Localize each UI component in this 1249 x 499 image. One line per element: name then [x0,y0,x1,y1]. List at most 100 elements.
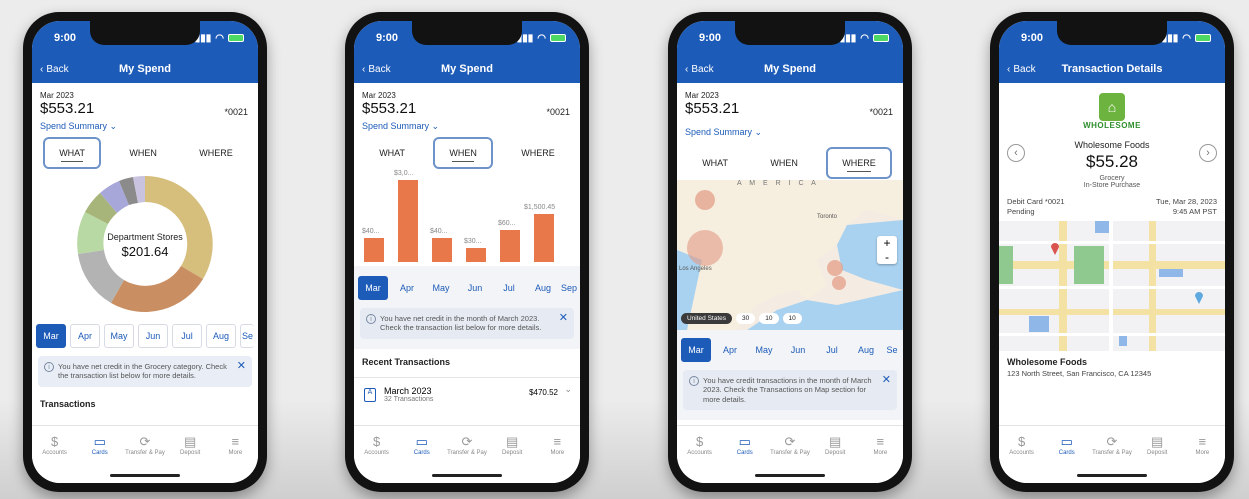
month-button[interactable]: Jul [817,338,847,362]
nav-label: Cards [1058,450,1075,456]
chevron-right-icon[interactable]: › [1199,144,1217,162]
chip-country[interactable]: 10 [759,313,779,324]
battery-icon [873,34,889,42]
close-icon[interactable]: ✕ [237,360,246,374]
bar[interactable] [398,180,418,262]
bottom-nav: $ Accounts ▭ Cards ⟳ Transfer & Pay ▤ Deposi… [999,425,1225,483]
chevron-down-icon: ⌄ [564,383,572,394]
tab-when[interactable]: WHEN [115,139,171,167]
bar[interactable] [432,238,452,262]
section-title: Transactions [40,398,96,409]
month-button[interactable]: Jun [783,338,813,362]
month-button[interactable]: Mar [358,276,388,300]
nav-more[interactable]: ≡ More [1182,434,1222,483]
spend-summary-dropdown[interactable]: Spend Summary ⌄ [677,117,903,142]
transaction-amount: $55.28 [1086,152,1138,171]
bar[interactable] [500,230,520,262]
back-button[interactable]: ‹ Back [40,64,69,75]
map-pin[interactable] [1051,243,1059,255]
month-button[interactable]: Aug [206,324,236,348]
bar[interactable] [466,248,486,262]
nav-accounts[interactable]: $ Accounts [680,434,720,483]
map-bubble[interactable] [687,230,723,266]
tab-what[interactable]: WHAT [43,137,102,169]
nav-accounts[interactable]: $ Accounts [357,434,397,483]
spend-summary-dropdown[interactable]: Spend Summary ⌄ [354,117,580,136]
account-amount: $553.21 [362,100,417,117]
bar-chart-svg [364,180,554,262]
card-icon: ▭ [415,434,428,449]
map[interactable]: A M E R I C A Toronto Los Angeles + - Un… [677,180,903,330]
tab-what[interactable]: WHAT [365,139,419,167]
status-icons: ▮▮▮ ◠ [195,33,244,44]
close-icon[interactable]: ✕ [882,374,891,388]
nav-label: Cards [91,450,108,456]
chip-country[interactable]: 10 [782,313,802,324]
month-button[interactable]: May [426,276,456,300]
back-button[interactable]: ‹ Back [362,64,391,75]
month-strip: Mar Apr May Jun Jul Aug Se i You have cr… [677,330,903,421]
zoom-out-button[interactable]: - [877,250,897,264]
tab-when[interactable]: WHEN [433,137,493,169]
tabs: WHAT WHEN WHERE [354,136,580,170]
month-button[interactable]: Jun [138,324,168,348]
dollar-icon: $ [695,434,704,449]
country-chips: United States 30 10 10 [681,313,802,324]
transaction-category: Grocery [1099,175,1125,182]
nav-more[interactable]: ≡ More [537,434,577,483]
spend-summary-dropdown[interactable]: Spend Summary ⌄ [32,117,258,136]
month-button[interactable]: Apr [392,276,422,300]
tabs: WHAT WHEN WHERE [677,146,903,180]
back-button[interactable]: ‹ Back [1007,64,1036,75]
chevron-down-icon: ⌄ [754,127,763,137]
month-button[interactable]: Se [885,338,899,362]
chevron-left-icon: ‹ [362,63,366,75]
bar-label: $60... [498,220,516,227]
tab-where[interactable]: WHERE [185,139,247,167]
nav-more[interactable]: ≡ More [215,434,255,483]
month-button[interactable]: Jul [172,324,202,348]
zoom-in-button[interactable]: + [877,236,897,250]
nav-accounts[interactable]: $ Accounts [1002,434,1042,483]
month-button[interactable]: May [749,338,779,362]
month-button[interactable]: Jun [460,276,490,300]
map-pin[interactable] [1195,292,1203,304]
close-icon[interactable]: ✕ [559,312,568,326]
tab-where[interactable]: WHERE [826,147,892,179]
nav-label: Deposit [501,450,523,456]
bar[interactable] [364,238,384,262]
bar[interactable] [534,214,554,262]
back-button[interactable]: ‹ Back [685,64,714,75]
status-icons: ▮▮▮ ◠ [840,33,889,44]
tab-where[interactable]: WHERE [507,139,569,167]
map-bubble[interactable] [832,276,846,290]
month-button[interactable]: Aug [528,276,558,300]
month-button[interactable]: May [104,324,134,348]
month-button[interactable]: Se [240,324,254,348]
month-button[interactable]: Jul [494,276,524,300]
chip-country[interactable]: 30 [736,313,756,324]
chevron-left-icon[interactable]: ‹ [1007,144,1025,162]
month-button[interactable]: Mar [36,324,66,348]
chip-united-states[interactable]: United States [681,313,733,324]
water-block [1159,269,1183,277]
month-button[interactable]: Aug [851,338,881,362]
map-bubble[interactable] [695,190,715,210]
month-button[interactable]: Sep [561,276,577,300]
tab-when[interactable]: WHEN [756,149,812,177]
nav-label: More [550,450,565,456]
nav-accounts[interactable]: $ Accounts [35,434,75,483]
nav-more[interactable]: ≡ More [860,434,900,483]
map-bubble[interactable] [827,260,843,276]
account-amount: $553.21 [685,100,740,117]
location-map[interactable] [999,221,1225,351]
park-block [999,246,1013,284]
donut-slice[interactable] [145,176,213,279]
tab-what[interactable]: WHAT [688,149,742,177]
month-button[interactable]: Mar [681,338,711,362]
month-button[interactable]: Apr [715,338,745,362]
transaction-date: Tue, Mar 28, 2023 [1155,197,1217,206]
transaction-group-row[interactable]: A March 2023 32 Transactions $470.52 ⌄ [354,376,580,403]
donut-slice[interactable] [111,266,203,312]
month-button[interactable]: Apr [70,324,100,348]
